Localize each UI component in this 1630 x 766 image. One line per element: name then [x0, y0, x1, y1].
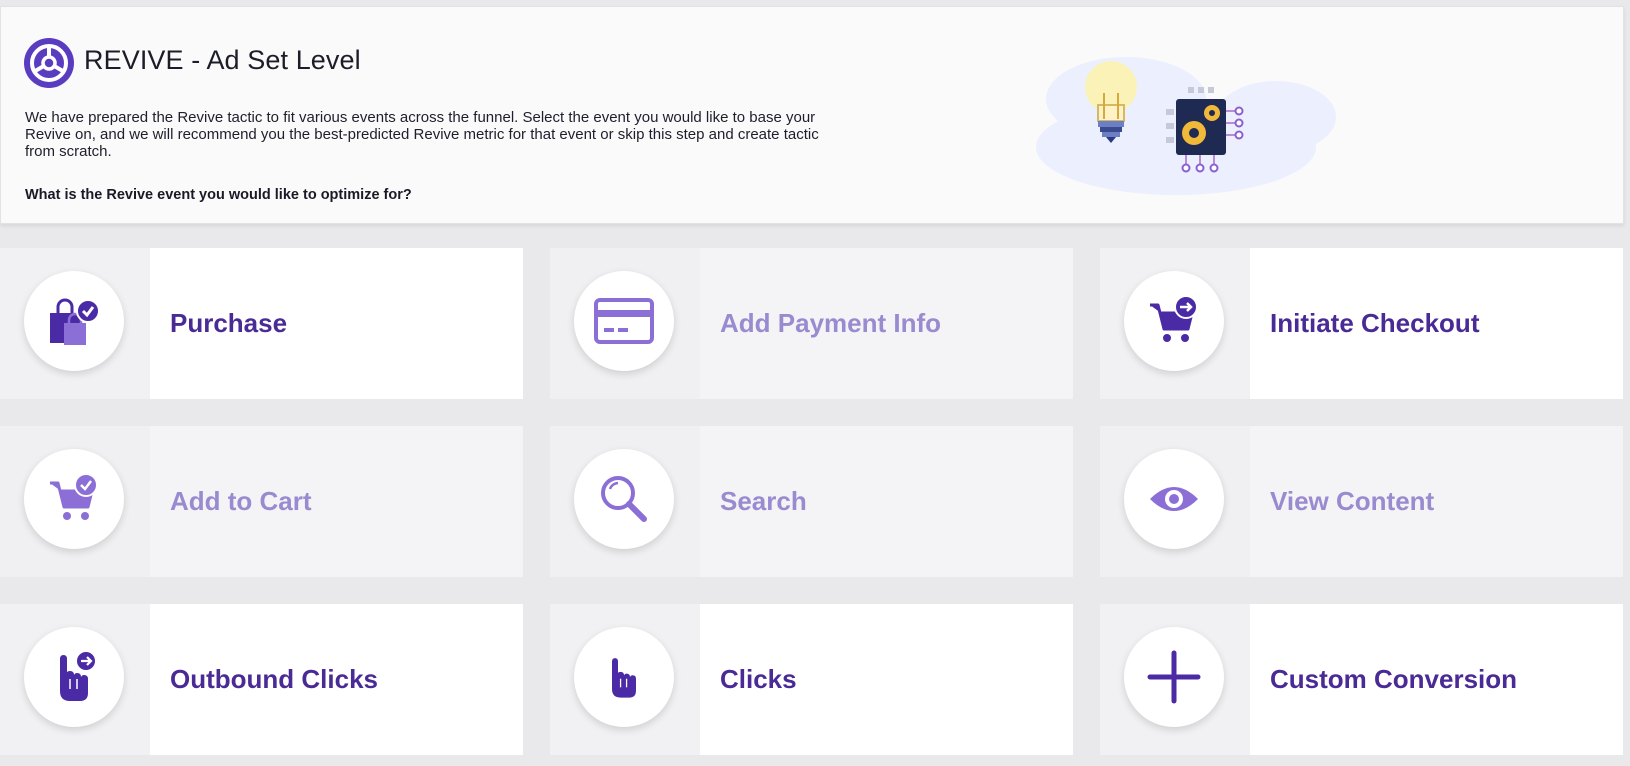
hand-pointer-icon	[612, 658, 636, 698]
event-card-clicks[interactable]: Clicks	[550, 604, 1073, 755]
hand-arrow-icon	[60, 650, 97, 701]
event-label: View Content	[1250, 426, 1623, 577]
cart-arrow-icon	[1150, 295, 1198, 342]
event-label: Custom Conversion	[1250, 604, 1623, 755]
page-title: REVIVE - Ad Set Level	[84, 45, 361, 75]
event-card-outbound-clicks[interactable]: Outbound Clicks	[0, 604, 523, 755]
lightbulb-gears-illustration-icon	[1036, 57, 1336, 195]
event-card-search[interactable]: Search	[550, 426, 1073, 577]
event-card-purchase[interactable]: Purchase	[0, 248, 523, 399]
shopping-bag-check-icon	[50, 298, 100, 345]
event-label: Clicks	[700, 604, 1073, 755]
page-description: We have prepared the Revive tactic to fi…	[25, 109, 819, 160]
event-label: Add Payment Info	[700, 248, 1073, 399]
event-label: Outbound Clicks	[150, 604, 523, 755]
event-card-add-payment-info[interactable]: Add Payment Info	[550, 248, 1073, 399]
event-label: Initiate Checkout	[1250, 248, 1623, 399]
magnifier-icon	[601, 476, 647, 522]
header-panel: REVIVE - Ad Set Level We have prepared t…	[0, 6, 1624, 224]
eye-icon	[1150, 487, 1198, 511]
event-label: Purchase	[150, 248, 523, 399]
cart-check-icon	[50, 473, 98, 520]
event-question: What is the Revive event you would like …	[25, 187, 412, 203]
event-card-custom-conversion[interactable]: Custom Conversion	[1100, 604, 1623, 755]
event-label: Search	[700, 426, 1073, 577]
event-card-add-to-cart[interactable]: Add to Cart	[0, 426, 523, 577]
credit-card-icon	[594, 298, 654, 344]
event-card-initiate-checkout[interactable]: Initiate Checkout	[1100, 248, 1623, 399]
plus-icon	[1147, 650, 1201, 704]
lifebuoy-logo-icon	[24, 38, 74, 88]
event-label: Add to Cart	[150, 426, 523, 577]
event-card-view-content[interactable]: View Content	[1100, 426, 1623, 577]
